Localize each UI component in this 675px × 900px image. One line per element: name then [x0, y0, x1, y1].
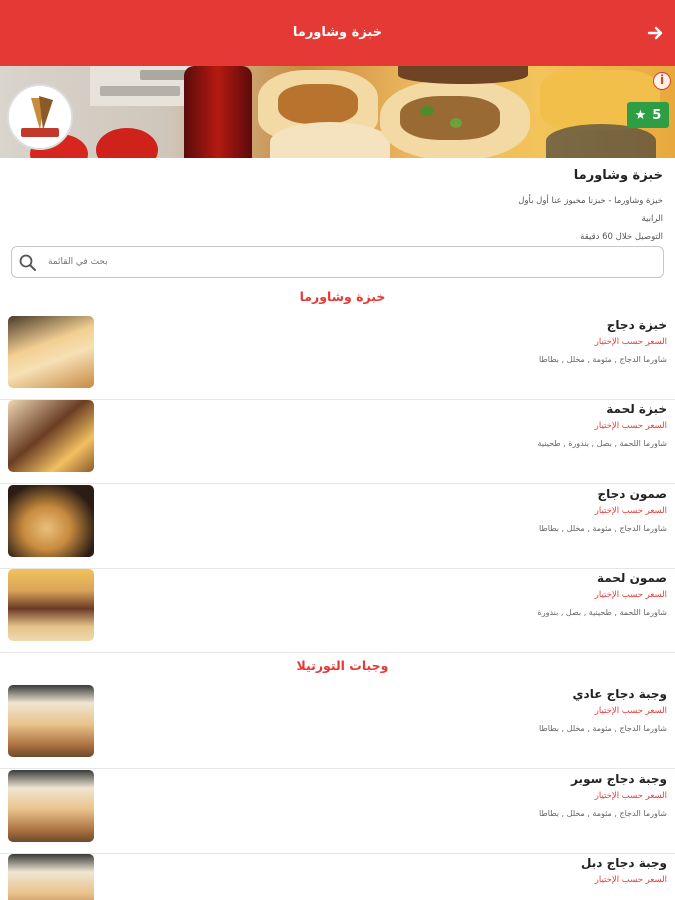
item-description: شاورما اللحمة , بصل , بندورة , طحينية [537, 439, 667, 448]
item-photo [8, 569, 94, 641]
item-photo [8, 854, 94, 900]
item-price: السعر حسب الإختيار [594, 421, 667, 431]
menu-item[interactable]: وجبة دجاج عادي السعر حسب الإختيار شاورما… [0, 685, 675, 769]
item-name: وجبة دجاج عادي [572, 687, 667, 701]
delivery-time: التوصيل خلال 60 دقيقة [580, 232, 663, 242]
menu-item[interactable]: صمون دجاج السعر حسب الإختيار شاورما الدج… [0, 485, 675, 569]
item-name: وجبة دجاج سوبر [571, 772, 667, 786]
menu-item[interactable]: خبزة لحمة السعر حسب الإختيار شاورما اللح… [0, 400, 675, 484]
item-price: السعر حسب الإختيار [594, 706, 667, 716]
item-price: السعر حسب الإختيار [594, 590, 667, 600]
item-photo [8, 400, 94, 472]
item-description: شاورما الدجاج , مثومة , مخلل , بطاطا [538, 724, 667, 733]
menu-item[interactable]: وجبة دجاج سوبر السعر حسب الإختيار شاورما… [0, 770, 675, 854]
item-photo [8, 770, 94, 842]
star-icon: ★ [634, 107, 647, 123]
item-price: السعر حسب الإختيار [594, 506, 667, 516]
top-app-bar: خبزة وشاورما [0, 0, 675, 66]
arrow-right-icon[interactable] [647, 24, 665, 42]
rating-value: 5 [652, 107, 662, 123]
restaurant-name: خبزة وشاورما [573, 168, 663, 183]
restaurant-info: خبزة وشاورما خبزة وشاورما - خبزنا مخبوز … [63, 166, 663, 246]
section-title: وجبات التورتيلا [296, 658, 389, 673]
page-title: خبزة وشاورما [292, 25, 383, 40]
item-photo [8, 685, 94, 757]
item-price: السعر حسب الإختيار [594, 791, 667, 801]
info-icon[interactable]: i [653, 72, 671, 90]
search-input[interactable] [48, 247, 648, 277]
menu-item[interactable]: صمون لحمة السعر حسب الإختيار شاورما اللح… [0, 569, 675, 653]
menu-item[interactable]: خبزة دجاج السعر حسب الإختيار شاورما الدج… [0, 316, 675, 400]
item-name: صمون لحمة [596, 571, 667, 585]
logo-icon [9, 86, 71, 148]
item-name: خبزة دجاج [606, 318, 667, 332]
rating-badge: ★ 5 [627, 102, 669, 128]
item-price: السعر حسب الإختيار [594, 337, 667, 347]
item-photo [8, 485, 94, 557]
item-description: شاورما الدجاج , مثومة , مخلل , بطاطا [538, 524, 667, 533]
search-icon [19, 254, 36, 271]
section-title: خبزة وشاورما [299, 289, 386, 304]
restaurant-description: خبزة وشاورما - خبزنا مخبوز عنا أول بأول … [518, 196, 663, 224]
item-description: شاورما الدجاج , مثومة , مخلل , بطاطا [538, 355, 667, 364]
restaurant-logo [7, 84, 73, 150]
item-name: خبزة لحمة [606, 402, 667, 416]
item-description: شاورما الدجاج , مثومة , مخلل , بطاطا [538, 809, 667, 818]
item-description: شاورما اللحمة , طحينية , بصل , بندورة [537, 608, 667, 617]
item-price: السعر حسب الإختيار [594, 875, 667, 885]
item-name: وجبة دجاج دبل [581, 856, 667, 870]
restaurant-banner [0, 66, 675, 158]
item-photo [8, 316, 94, 388]
item-name: صمون دجاج [597, 487, 667, 501]
search-bar[interactable] [11, 246, 664, 278]
menu-item[interactable]: وجبة دجاج دبل السعر حسب الإختيار [0, 854, 675, 900]
